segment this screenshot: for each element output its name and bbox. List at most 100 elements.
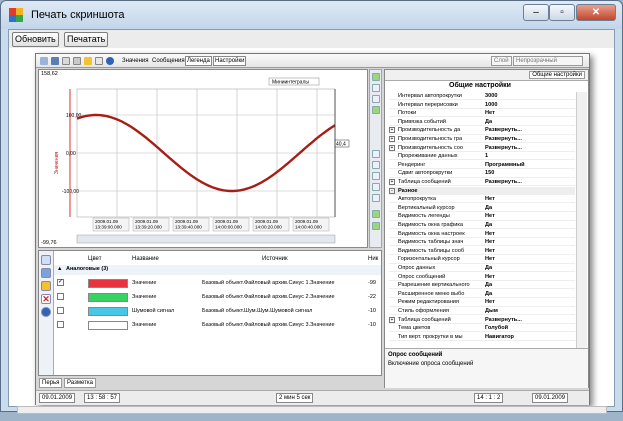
tab-pens[interactable]: Перья: [39, 378, 63, 388]
setting-row[interactable]: Видимость таблицы знач Нет: [389, 238, 575, 247]
expand-icon[interactable]: +: [389, 127, 395, 134]
expand-icon[interactable]: +: [389, 179, 395, 185]
setting-value[interactable]: Нет: [485, 255, 495, 263]
setting-value[interactable]: Развернуть...: [485, 316, 522, 324]
expand-icon[interactable]: -: [389, 187, 395, 194]
time-left-field[interactable]: 13 : 58 : 57: [84, 393, 121, 403]
setting-value[interactable]: Развернуть...: [485, 135, 522, 143]
setting-value[interactable]: 1: [485, 152, 488, 160]
help-icon[interactable]: [106, 57, 114, 65]
setting-row[interactable]: Опрос сообщений Нет: [389, 273, 575, 281]
setting-value[interactable]: 1000: [485, 101, 497, 109]
window-hscrollbar[interactable]: [17, 406, 607, 414]
page-icon[interactable]: [95, 57, 103, 65]
setting-row[interactable]: Горизонтальный курсор Нет: [389, 255, 575, 264]
date-left-field[interactable]: 09.01.2009: [39, 393, 76, 403]
setting-row[interactable]: Сдвиг автопрокрутки 150: [389, 169, 575, 178]
setting-row[interactable]: Видимость окна графика Да: [389, 221, 575, 230]
close-button[interactable]: ✕: [576, 4, 616, 21]
setting-value[interactable]: Да: [485, 221, 492, 229]
setting-row[interactable]: + Таблица сообщений Развернуть...: [389, 178, 575, 187]
color-swatch[interactable]: [88, 279, 128, 288]
setting-value[interactable]: Да: [485, 290, 492, 298]
settings-scrollbar[interactable]: [576, 92, 587, 348]
scale-field[interactable]: 14 : 1 : 2: [474, 393, 504, 403]
setting-value[interactable]: Нет: [485, 247, 495, 255]
star-icon[interactable]: [84, 57, 92, 65]
setting-value[interactable]: Нет: [485, 212, 495, 220]
setting-value[interactable]: Развернуть...: [485, 178, 522, 186]
setting-row[interactable]: + Производительность да Развернуть...: [389, 126, 575, 135]
layer-button[interactable]: Слой: [491, 56, 512, 66]
setting-value[interactable]: Нет: [485, 195, 495, 203]
setting-value[interactable]: Нет: [485, 230, 495, 238]
setting-row[interactable]: Тема цветов Голубой: [389, 324, 575, 333]
setting-value[interactable]: Нет: [485, 238, 495, 246]
color-swatch[interactable]: [88, 321, 128, 330]
tool-11-icon[interactable]: [372, 222, 380, 230]
setting-row[interactable]: Стиль оформления Дым: [389, 307, 575, 316]
info-icon[interactable]: [41, 307, 51, 317]
tool-6-icon[interactable]: [372, 161, 380, 169]
setting-value[interactable]: Развернуть...: [485, 144, 522, 152]
setting-row[interactable]: + Таблица сообщений Развернуть...: [389, 316, 575, 324]
tool-3-icon[interactable]: [372, 95, 380, 103]
setting-row[interactable]: Опрос данных Да: [389, 264, 575, 273]
settings-combo[interactable]: Общие настройки: [529, 71, 585, 79]
row-checkbox[interactable]: ✓: [57, 279, 64, 286]
print-button[interactable]: Печатать: [64, 32, 109, 47]
tool-8-icon[interactable]: [372, 183, 380, 191]
setting-row[interactable]: Потоки Нет: [389, 109, 575, 118]
setting-row[interactable]: Интервал автопрокрутки 3000: [389, 92, 575, 101]
color-swatch[interactable]: [88, 307, 128, 316]
refresh-button[interactable]: Обновить: [12, 32, 59, 47]
row-checkbox[interactable]: [57, 307, 64, 314]
maximize-button[interactable]: ▫: [549, 4, 575, 21]
setting-row[interactable]: Видимость таблицы сооб Нет: [389, 247, 575, 255]
tool-10-icon[interactable]: [372, 210, 380, 218]
setting-row[interactable]: Вертикальный курсор Да: [389, 204, 575, 212]
setting-value[interactable]: Развернуть...: [485, 126, 522, 134]
setting-row[interactable]: Тип верт. прокрутки в мы Навигатор: [389, 333, 575, 341]
setting-row[interactable]: + Производительность гра Развернуть...: [389, 135, 575, 144]
tab-legend[interactable]: Легенда: [185, 56, 212, 66]
legend-group[interactable]: ▲ Аналоговые (3): [54, 265, 381, 275]
setting-value[interactable]: Программный: [485, 161, 525, 169]
setting-row[interactable]: Расширенное меню выбо Да: [389, 290, 575, 298]
expand-icon[interactable]: +: [389, 136, 395, 142]
setting-value[interactable]: Навигатор: [485, 333, 514, 341]
expand-icon[interactable]: +: [389, 144, 395, 151]
legend-row[interactable]: Шумовой сигнал Базовый объект.Шум.Шум.Шу…: [54, 305, 381, 318]
document-icon[interactable]: [73, 57, 81, 65]
setting-row[interactable]: Интервал перерисовки 1000: [389, 101, 575, 109]
save-icon[interactable]: [51, 57, 59, 65]
setting-value[interactable]: Нет: [485, 298, 495, 306]
tool-1-icon[interactable]: [372, 73, 380, 81]
tab-settings[interactable]: Настройки: [213, 56, 247, 66]
layer-select[interactable]: Непрозрачный: [513, 56, 583, 66]
setting-value[interactable]: Дым: [485, 307, 498, 315]
group-toggle-icon[interactable]: ▲: [57, 266, 62, 272]
legend-star-icon[interactable]: [41, 281, 51, 291]
tab-messages[interactable]: Сообщения: [150, 56, 187, 66]
setting-row[interactable]: - Разное: [389, 186, 575, 195]
setting-row[interactable]: Видимость окна настроек Нет: [389, 230, 575, 238]
setting-row[interactable]: Рендеринг Программный: [389, 161, 575, 169]
setting-row[interactable]: Режим редактирования Нет: [389, 298, 575, 307]
trend-graph[interactable]: 158,62 -99,76 Миниинтегралы 100,00 0,00 …: [38, 69, 368, 248]
setting-value[interactable]: Да: [485, 204, 492, 212]
setting-value[interactable]: Да: [485, 281, 492, 289]
setting-value[interactable]: Нет: [485, 109, 495, 117]
setting-value[interactable]: 150: [485, 169, 494, 177]
setting-row[interactable]: + Производительность соо Развернуть...: [389, 144, 575, 152]
setting-row[interactable]: Автопрокрутка Нет: [389, 195, 575, 204]
row-checkbox[interactable]: [57, 293, 64, 300]
setting-row[interactable]: Прореживание данных 1: [389, 152, 575, 161]
setting-value[interactable]: Да: [485, 118, 492, 126]
tab-markup[interactable]: Разметка: [64, 378, 96, 388]
tool-4-icon[interactable]: [372, 106, 380, 114]
date-right-field[interactable]: 09.01.2009: [532, 393, 569, 403]
color-swatch[interactable]: [88, 293, 128, 302]
delete-icon[interactable]: ✕: [41, 294, 51, 304]
tool-9-icon[interactable]: [372, 194, 380, 202]
